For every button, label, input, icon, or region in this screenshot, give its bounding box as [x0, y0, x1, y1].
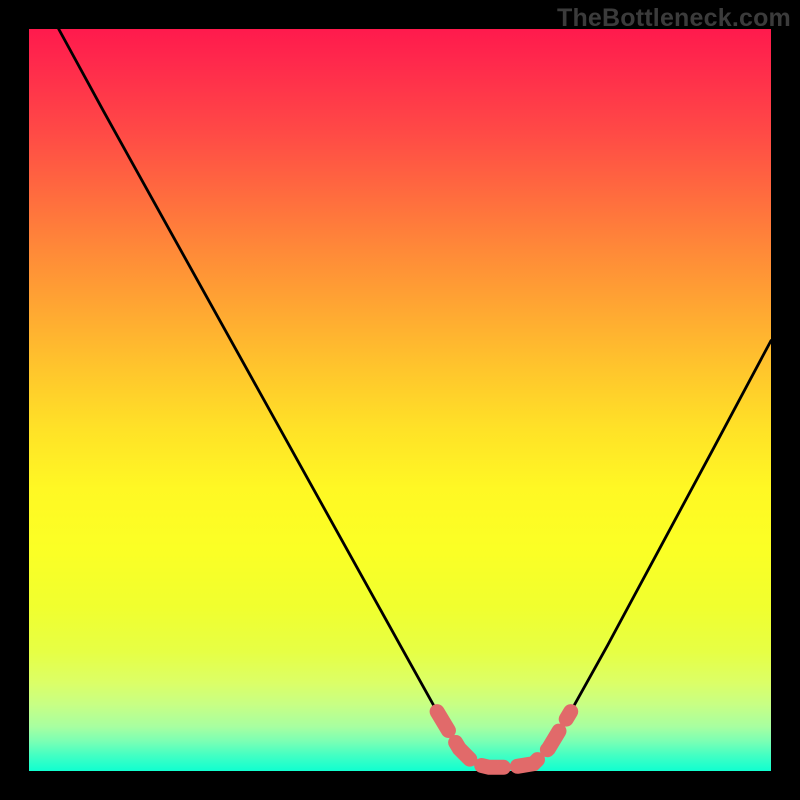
watermark-text: TheBottleneck.com: [557, 4, 791, 33]
chart-svg: [29, 29, 771, 771]
highlight-flat-segment: [437, 712, 571, 768]
bottleneck-curve: [59, 29, 771, 767]
plot-area: [29, 29, 771, 771]
chart-frame: TheBottleneck.com: [0, 0, 800, 800]
